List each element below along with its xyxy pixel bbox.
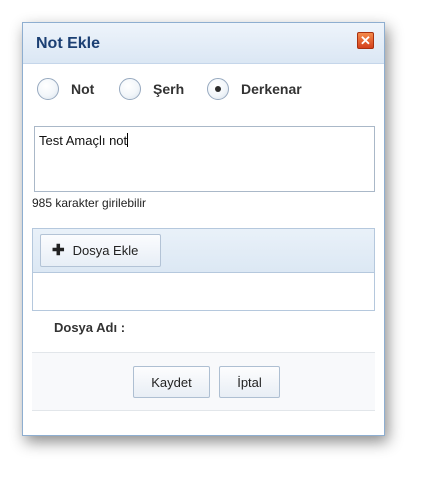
text-caret: [127, 133, 129, 147]
note-text: Test Amaçlı not: [39, 133, 128, 148]
radio-derkenar-circle[interactable]: [207, 78, 229, 100]
dialog-title: Not Ekle: [36, 35, 101, 52]
radio-serh-circle[interactable]: [119, 78, 141, 100]
add-file-label: Dosya Ekle: [72, 243, 139, 258]
cancel-button[interactable]: İptal: [219, 366, 280, 398]
upload-toolbar: ✚ Dosya Ekle: [32, 228, 375, 273]
radio-derkenar[interactable]: Derkenar: [207, 78, 302, 100]
note-textarea[interactable]: Test Amaçlı not: [34, 126, 375, 192]
dialog-footer: Kaydet İptal: [32, 352, 375, 411]
close-icon[interactable]: ✕: [357, 32, 374, 49]
plus-icon: ✚: [52, 242, 65, 259]
add-note-dialog: Not Ekle ✕ Not Şerh Derkenar Test Amaçlı…: [22, 22, 385, 436]
file-name-label: Dosya Adı :: [54, 320, 126, 335]
radio-not-circle[interactable]: [37, 78, 59, 100]
radio-not[interactable]: Not: [37, 78, 94, 100]
radio-not-label: Not: [71, 81, 95, 97]
add-file-button[interactable]: ✚ Dosya Ekle: [40, 234, 161, 267]
save-button[interactable]: Kaydet: [133, 366, 210, 398]
radio-selected-dot: [215, 86, 221, 92]
radio-serh-label: Şerh: [153, 81, 185, 97]
radio-serh[interactable]: Şerh: [119, 78, 184, 100]
dialog-titlebar: Not Ekle ✕: [23, 23, 384, 64]
radio-derkenar-label: Derkenar: [241, 81, 302, 97]
file-list: [32, 273, 375, 311]
char-counter: 985 karakter girilebilir: [32, 196, 147, 210]
